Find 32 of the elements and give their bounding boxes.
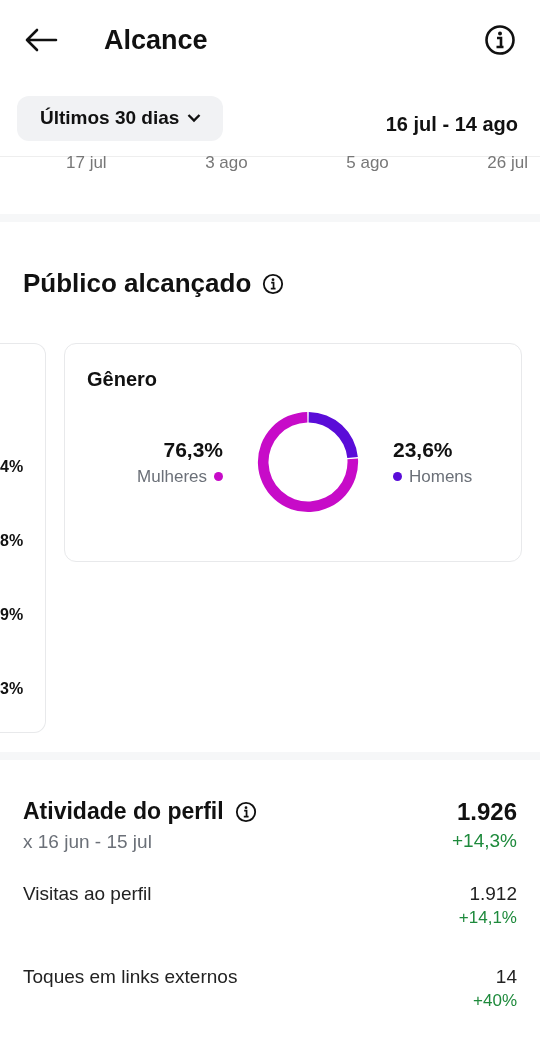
card-title: Gênero — [87, 368, 159, 391]
change-value: +14,1% — [458, 908, 517, 928]
percentage-value: 23,6% — [393, 437, 454, 462]
metric-value: 14 — [495, 966, 517, 988]
axis-label: 3 ago — [205, 154, 248, 174]
date-range: 16 jul - 14 ago — [385, 113, 518, 136]
section-title: Atividade do perfil — [23, 798, 224, 825]
page-title: Alcance — [104, 24, 209, 56]
period-dropdown[interactable]: Últimos 30 dias — [17, 96, 224, 141]
info-icon[interactable] — [234, 800, 257, 823]
axis-label: 17 jul — [66, 154, 107, 174]
comparison-period: x 16 jun - 15 jul — [23, 831, 153, 853]
legend-label: Mulheres — [137, 466, 207, 487]
metric-label: Toques em links externos — [23, 966, 238, 989]
back-arrow-icon[interactable] — [24, 28, 58, 52]
info-icon[interactable] — [484, 24, 516, 56]
change-value: +14,3% — [452, 830, 517, 852]
section-title: Público alcançado — [23, 268, 252, 299]
metric-label: Visitas ao perfil — [23, 883, 152, 906]
percentage-value: 76,3% — [163, 437, 223, 462]
axis-label: 5 ago — [346, 154, 389, 174]
chevron-down-icon — [187, 113, 202, 123]
percentage-value: 4% — [0, 457, 24, 477]
total-value: 1.926 — [456, 798, 517, 826]
percentage-value: 9% — [0, 605, 24, 625]
info-icon[interactable] — [262, 272, 285, 295]
percentage-value: 3% — [0, 679, 24, 699]
change-value: +40% — [473, 991, 517, 1011]
legend-label: Homens — [409, 466, 473, 487]
axis-label: 26 jul — [487, 154, 528, 174]
metric-value: 1.912 — [469, 883, 517, 905]
percentage-value: 8% — [0, 531, 24, 551]
